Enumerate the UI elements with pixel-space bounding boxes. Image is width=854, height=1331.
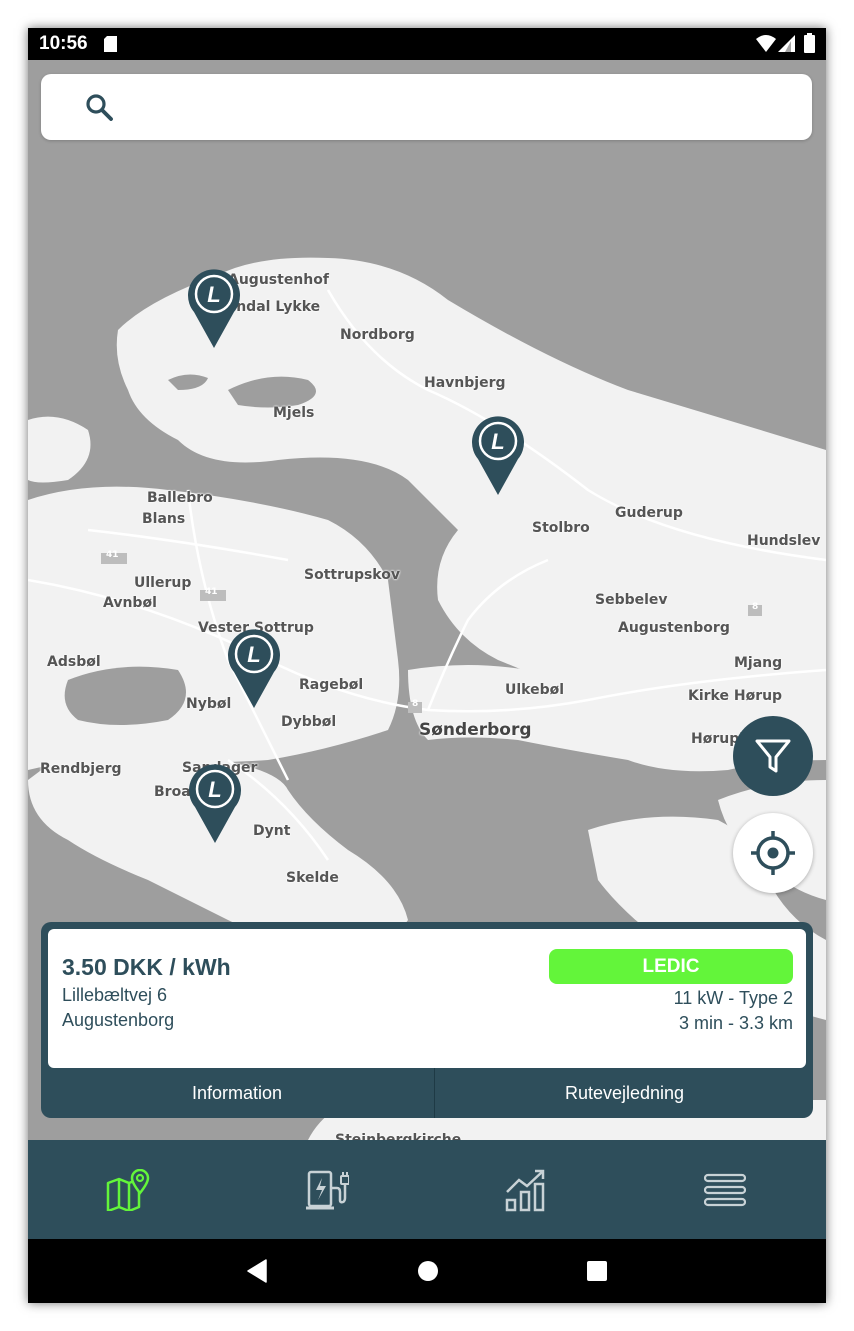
road-shield-label: 8 [752,602,759,612]
nav-statistics[interactable] [426,1140,625,1239]
filter-button[interactable] [733,716,813,796]
my-location-button[interactable] [733,813,813,893]
wifi-icon [756,35,776,52]
place-label: Sønderborg [419,720,532,740]
information-button[interactable]: Information [41,1068,433,1118]
status-bar: 10:56 [28,28,826,60]
menu-icon [703,1173,746,1206]
place-label: Nordborg [340,327,415,343]
station-card[interactable]: 3.50 DKK / kWh Lillebæltvej 6 Augustenbo… [41,922,813,1118]
status-time: 10:56 [39,33,88,54]
place-label: Havnbjerg [424,375,506,391]
map-pin-icon: L [189,764,241,843]
place-label: Augustenborg [618,620,730,636]
place-label: Nybøl [186,696,232,712]
back-icon[interactable] [246,1259,268,1283]
place-label: Ullerup [134,575,192,591]
crosshair-icon [751,831,795,875]
place-label: Dybbøl [281,714,337,730]
device-screen: 10:56 41 41 8 8 Augustenhof Frydendal Ly… [28,28,826,1303]
operator-badge: LEDIC [549,949,793,984]
place-label: Adsbøl [47,654,101,670]
map-pin-icon [106,1168,149,1211]
place-label: Stolbro [532,520,590,536]
signal-icon [778,35,795,52]
charger-pin[interactable]: L [227,628,281,710]
distance-info: 3 min - 3.3 km [678,1013,793,1033]
recents-icon[interactable] [586,1259,608,1283]
road-shield-label: 8 [412,699,419,709]
charging-station-icon [305,1170,349,1209]
pin-letter: L [207,282,220,307]
map-pin-icon: L [228,629,280,708]
place-label: Mjang [734,655,783,671]
charger-pin[interactable]: L [188,763,242,845]
place-label: Kirke Hørup [688,688,783,704]
road-shield-label: 41 [205,587,218,597]
station-details: 3.50 DKK / kWh Lillebæltvej 6 Augustenbo… [48,929,806,1068]
nav-map[interactable] [28,1140,227,1239]
nav-charging[interactable] [227,1140,426,1239]
charger-pin[interactable]: L [187,268,241,350]
search-input[interactable] [121,88,785,128]
station-address-line1: Lillebæltvej 6 [62,985,168,1005]
sd-card-icon [104,36,117,52]
place-label: Hundslev [747,533,821,549]
map-pin-icon: L [188,269,240,348]
search-bar[interactable] [41,74,812,140]
bottom-nav [28,1140,826,1239]
place-label: Guderup [615,505,683,521]
place-label: Mjels [273,405,315,421]
place-label: Ballebro [147,490,213,506]
chart-icon [505,1169,544,1211]
filter-icon [755,739,791,773]
route-guidance-button[interactable]: Rutevejledning [434,1068,814,1118]
pin-letter: L [208,777,221,802]
system-nav-bar [28,1239,826,1303]
battery-icon [804,33,815,53]
connector-info: 11 kW - Type 2 [673,988,793,1008]
station-address-line2: Augustenborg [62,1010,175,1030]
place-label: Ragebøl [299,677,364,693]
map-pin-icon: L [472,416,524,495]
place-label: Ulkebøl [505,682,565,698]
place-label: Skelde [286,870,339,886]
place-label: Sebbelev [595,592,668,608]
home-icon[interactable] [417,1259,439,1283]
pin-letter: L [491,429,504,454]
place-label: Sottrupskov [304,567,400,583]
search-icon [86,94,113,121]
charger-pin[interactable]: L [471,415,525,497]
pin-letter: L [247,642,260,667]
place-label: Augustenhof [228,272,329,288]
place-label: Dynt [253,823,291,839]
place-label: Avnbøl [103,595,157,611]
place-label: Steinbergkirche [335,1132,462,1140]
station-price: 3.50 DKK / kWh [62,954,231,980]
road-shield-label: 41 [106,550,119,560]
place-label: Rendbjerg [40,761,122,777]
place-label: Blans [142,511,186,527]
nav-menu[interactable] [625,1140,824,1239]
